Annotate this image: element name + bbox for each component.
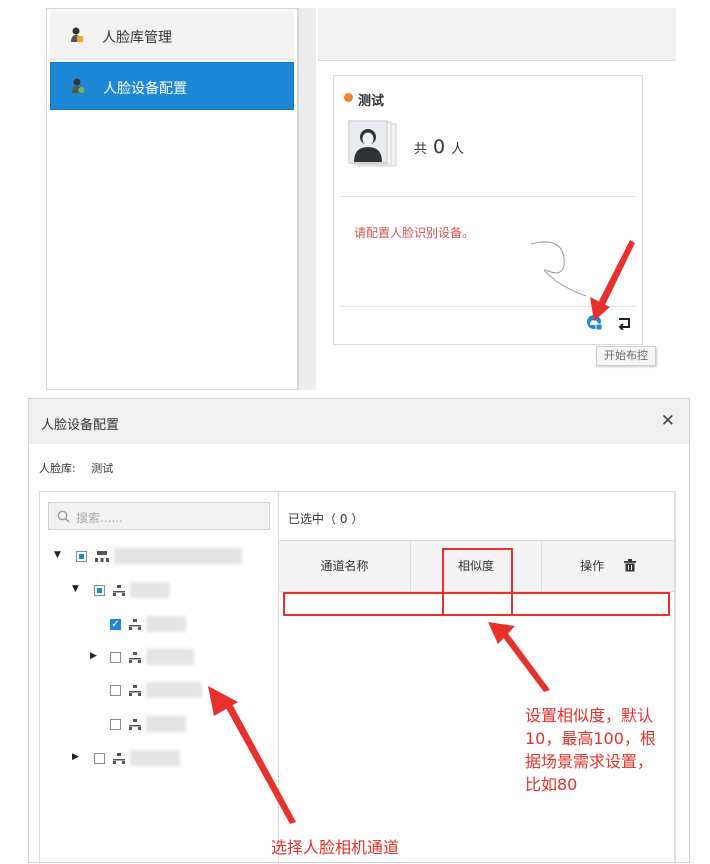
annotation-line: 据场景需求设置，	[525, 752, 654, 771]
camera-channel-icon	[129, 685, 141, 696]
divider	[340, 196, 636, 197]
camera-channel-icon	[129, 652, 141, 663]
tree-checkbox[interactable]	[76, 551, 87, 562]
camera-group-icon	[113, 753, 125, 764]
camera-channel-icon	[129, 619, 141, 630]
camera-group-icon	[113, 585, 125, 596]
tree-checkbox[interactable]	[110, 685, 121, 696]
close-icon[interactable]: ✕	[661, 411, 675, 431]
tree-node-channel[interactable]: ✓	[110, 616, 270, 636]
sidebar-item-face-device[interactable]: 人脸设备配置	[50, 62, 294, 110]
highlight-similarity-box	[442, 548, 513, 616]
expand-icon[interactable]: ▶	[72, 752, 79, 762]
camera-channel-icon	[129, 719, 141, 730]
tree-checkbox[interactable]	[110, 719, 121, 730]
count-prefix: 共	[414, 142, 428, 157]
redacted-label	[130, 582, 170, 598]
dialog-header: 人脸设备配置 ✕	[29, 399, 689, 444]
trash-icon[interactable]	[623, 559, 636, 572]
library-label: 人脸库:	[39, 462, 76, 475]
tree-checkbox-checked[interactable]: ✓	[110, 619, 121, 630]
expand-icon[interactable]: ▶	[90, 651, 97, 661]
redacted-label	[146, 682, 202, 698]
library-value: 测试	[91, 462, 114, 475]
face-device-icon	[72, 78, 85, 93]
selected-count: 已选中（ 0 ）	[288, 512, 364, 526]
scrollbar[interactable]	[298, 8, 316, 390]
similarity-annotation: 设置相似度，默认 10，最高100，根 据场景需求设置， 比如80	[525, 704, 656, 796]
column-operation: 操作	[542, 541, 674, 591]
tree-checkbox[interactable]	[110, 652, 121, 663]
collapse-icon[interactable]: ▼	[72, 584, 79, 594]
tree-node-channel[interactable]: ▶	[90, 649, 270, 669]
tooltip: 开始布控	[596, 346, 656, 366]
avatar-stack-icon	[348, 120, 397, 167]
column-operation-label: 操作	[580, 559, 605, 573]
sidebar-item-face-library[interactable]: 人脸库管理	[50, 12, 294, 60]
redacted-label	[146, 716, 186, 732]
status-dot	[344, 93, 353, 102]
dialog-title: 人脸设备配置	[41, 418, 120, 433]
redacted-label	[130, 750, 180, 766]
redacted-label	[146, 616, 186, 632]
count-suffix: 人	[451, 142, 465, 157]
redacted-label	[146, 649, 194, 665]
annotation-line: 设置相似度，默认	[525, 706, 654, 725]
column-channel-name: 通道名称	[279, 541, 411, 591]
device-root-icon	[95, 551, 109, 562]
annotation-line: 10，最高100，根	[525, 729, 656, 748]
content-header	[318, 8, 676, 61]
channel-annotation: 选择人脸相机通道	[271, 838, 400, 857]
redacted-label	[114, 548, 242, 564]
sidebar-item-label: 人脸库管理	[102, 30, 172, 46]
sidebar-item-label: 人脸设备配置	[103, 81, 187, 97]
card-title: 测试	[358, 94, 385, 109]
face-library-icon	[71, 27, 83, 42]
tree-checkbox[interactable]	[94, 585, 105, 596]
tree-node-root[interactable]: ▼	[54, 548, 274, 568]
annotation-arrow	[208, 686, 296, 824]
count-value: 0	[433, 136, 446, 158]
annotation-arrow	[488, 622, 550, 692]
tree-node-group[interactable]: ▼	[72, 582, 272, 602]
collapse-icon[interactable]: ▼	[54, 550, 61, 560]
search-icon	[57, 510, 70, 523]
search-placeholder: 搜索......	[76, 511, 123, 525]
selected-channels-panel: 已选中（ 0 ） 通道名称 相似度 操作	[279, 491, 675, 864]
library-info: 人脸库: 测试	[39, 460, 113, 476]
left-sidebar: 人脸库管理 人脸设备配置	[46, 8, 298, 390]
person-count: 共0人	[414, 136, 464, 158]
tree-checkbox[interactable]	[94, 753, 105, 764]
search-input[interactable]: 搜索......	[48, 502, 270, 530]
annotation-arrow	[590, 240, 635, 321]
dialog-scrollbar[interactable]	[675, 491, 690, 864]
config-warning: 请配置人脸识别设备。	[354, 226, 475, 240]
annotation-line: 比如80	[525, 775, 578, 794]
